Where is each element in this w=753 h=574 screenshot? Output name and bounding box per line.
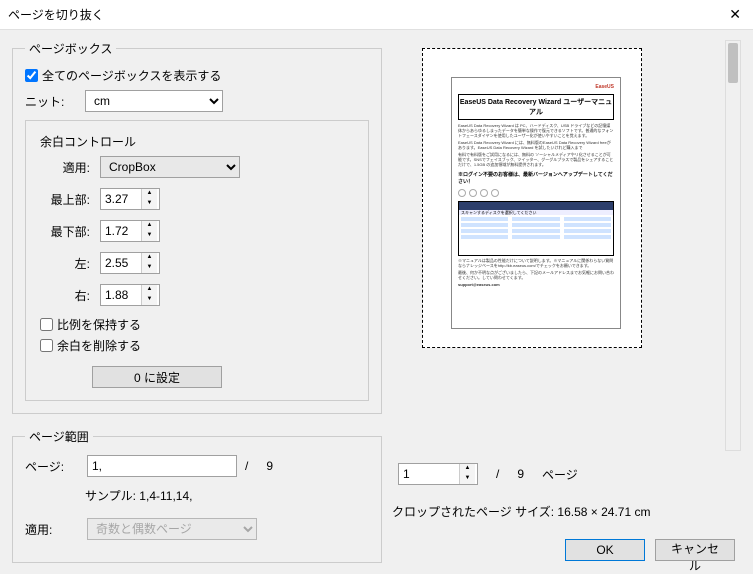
preview-canvas: EaseUS EaseUS Data Recovery Wizard ユーザーマ… bbox=[392, 40, 719, 451]
crop-size-value: 16.58 × 24.71 cm bbox=[557, 505, 650, 519]
margin-legend: 余白コントロール bbox=[40, 133, 354, 150]
pagerange-legend: ページ範囲 bbox=[25, 428, 93, 445]
scrollbar[interactable] bbox=[725, 40, 741, 451]
pager-slash: / bbox=[496, 467, 499, 481]
apply-label: 適用: bbox=[40, 159, 100, 176]
chevron-up-icon[interactable]: ▲ bbox=[142, 253, 157, 263]
footer: OK キャンセル bbox=[0, 532, 753, 567]
ok-button[interactable]: OK bbox=[565, 539, 645, 561]
right-spinner[interactable]: ▲▼ bbox=[100, 284, 160, 306]
keep-ratio-label: 比例を保持する bbox=[57, 316, 141, 333]
top-spinner[interactable]: ▲▼ bbox=[100, 188, 160, 210]
left-input[interactable] bbox=[101, 253, 141, 273]
left-spinner[interactable]: ▲▼ bbox=[100, 252, 160, 274]
pager-total: 9 bbox=[517, 467, 524, 481]
chevron-down-icon[interactable]: ▼ bbox=[142, 263, 157, 273]
show-all-label: 全てのページボックスを表示する bbox=[42, 67, 221, 84]
page-preview[interactable]: EaseUS EaseUS Data Recovery Wizard ユーザーマ… bbox=[422, 48, 642, 348]
window-title: ページを切り抜く bbox=[8, 6, 725, 23]
sample-label: サンプル: 1,4-11,14, bbox=[85, 487, 369, 504]
remove-margin-checkbox[interactable] bbox=[40, 339, 53, 352]
margin-control-group: 余白コントロール 適用: CropBox 最上部: ▲▼ 最下部: bbox=[25, 120, 369, 401]
bottom-input[interactable] bbox=[101, 221, 141, 241]
pagebox-group: ぺージボックス 全てのページボックスを表示する ニット: cm 余白コントロール… bbox=[12, 40, 382, 414]
unit-select[interactable]: cm bbox=[85, 90, 223, 112]
chevron-up-icon[interactable]: ▲ bbox=[142, 221, 157, 231]
crop-size-label: クロップされたページ サイズ: bbox=[392, 505, 554, 519]
chevron-down-icon[interactable]: ▼ bbox=[142, 199, 157, 209]
pagebox-legend: ぺージボックス bbox=[25, 40, 116, 57]
unit-label: ニット: bbox=[25, 93, 85, 110]
scrollbar-thumb[interactable] bbox=[728, 43, 738, 83]
page-label: ページ: bbox=[25, 458, 79, 475]
pager: ▲▼ / 9 ページ bbox=[398, 463, 741, 485]
titlebar: ページを切り抜く ✕ bbox=[0, 0, 753, 30]
preview-doc-title: EaseUS Data Recovery Wizard ユーザーマニュアル bbox=[458, 94, 614, 120]
right-input[interactable] bbox=[101, 285, 141, 305]
page-input[interactable] bbox=[87, 455, 237, 477]
pager-input[interactable] bbox=[399, 464, 459, 484]
reset-button[interactable]: 0 に設定 bbox=[92, 366, 222, 388]
preview-screenshot: スキャンするディスクを選択してください bbox=[458, 201, 614, 256]
cancel-button[interactable]: キャンセル bbox=[655, 539, 735, 561]
chevron-down-icon[interactable]: ▼ bbox=[142, 295, 157, 305]
apply-select[interactable]: CropBox bbox=[100, 156, 240, 178]
page-total: 9 bbox=[266, 459, 273, 473]
keep-ratio-checkbox[interactable] bbox=[40, 318, 53, 331]
pager-label: ページ bbox=[542, 466, 578, 483]
chevron-down-icon[interactable]: ▼ bbox=[142, 231, 157, 241]
bottom-spinner[interactable]: ▲▼ bbox=[100, 220, 160, 242]
show-all-checkbox[interactable] bbox=[25, 69, 38, 82]
right-label: 右: bbox=[40, 287, 100, 304]
top-label: 最上部: bbox=[40, 191, 100, 208]
close-icon[interactable]: ✕ bbox=[725, 6, 745, 23]
slash: / bbox=[245, 459, 248, 473]
crop-size-row: クロップされたページ サイズ: 16.58 × 24.71 cm bbox=[392, 503, 741, 520]
chevron-up-icon[interactable]: ▲ bbox=[142, 189, 157, 199]
remove-margin-label: 余白を削除する bbox=[57, 337, 141, 354]
bottom-label: 最下部: bbox=[40, 223, 100, 240]
chevron-down-icon[interactable]: ▼ bbox=[460, 474, 475, 484]
chevron-up-icon[interactable]: ▲ bbox=[142, 285, 157, 295]
left-label: 左: bbox=[40, 255, 100, 272]
top-input[interactable] bbox=[101, 189, 141, 209]
pager-spinner[interactable]: ▲▼ bbox=[398, 463, 478, 485]
chevron-up-icon[interactable]: ▲ bbox=[460, 464, 475, 474]
